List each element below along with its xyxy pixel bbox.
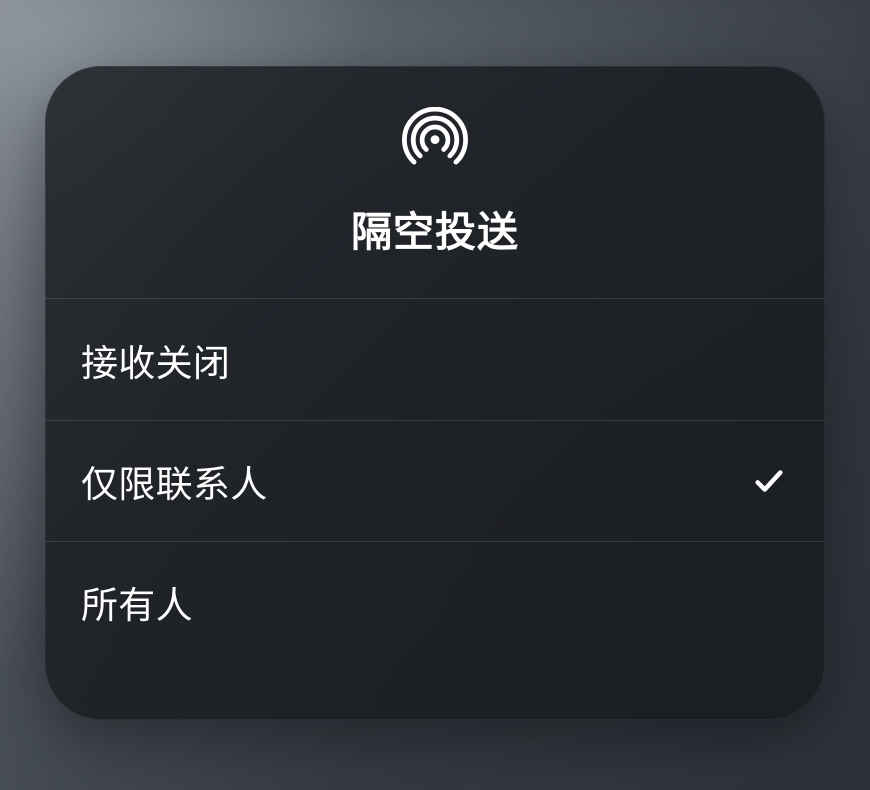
- panel-title: 隔空投送: [351, 198, 519, 258]
- option-label: 所有人: [81, 575, 193, 629]
- option-receiving-off[interactable]: 接收关闭: [45, 299, 825, 420]
- panel-header: 隔空投送: [45, 66, 825, 299]
- airdrop-settings-panel: 隔空投送 接收关闭 仅限联系人 所有人: [45, 66, 825, 720]
- option-label: 接收关闭: [81, 333, 230, 387]
- airdrop-icon: [401, 106, 469, 176]
- option-label: 仅限联系人: [81, 454, 268, 508]
- option-everyone[interactable]: 所有人: [45, 541, 825, 662]
- option-contacts-only[interactable]: 仅限联系人: [45, 420, 825, 541]
- checkmark-icon: [749, 461, 789, 501]
- options-list: 接收关闭 仅限联系人 所有人: [45, 299, 825, 662]
